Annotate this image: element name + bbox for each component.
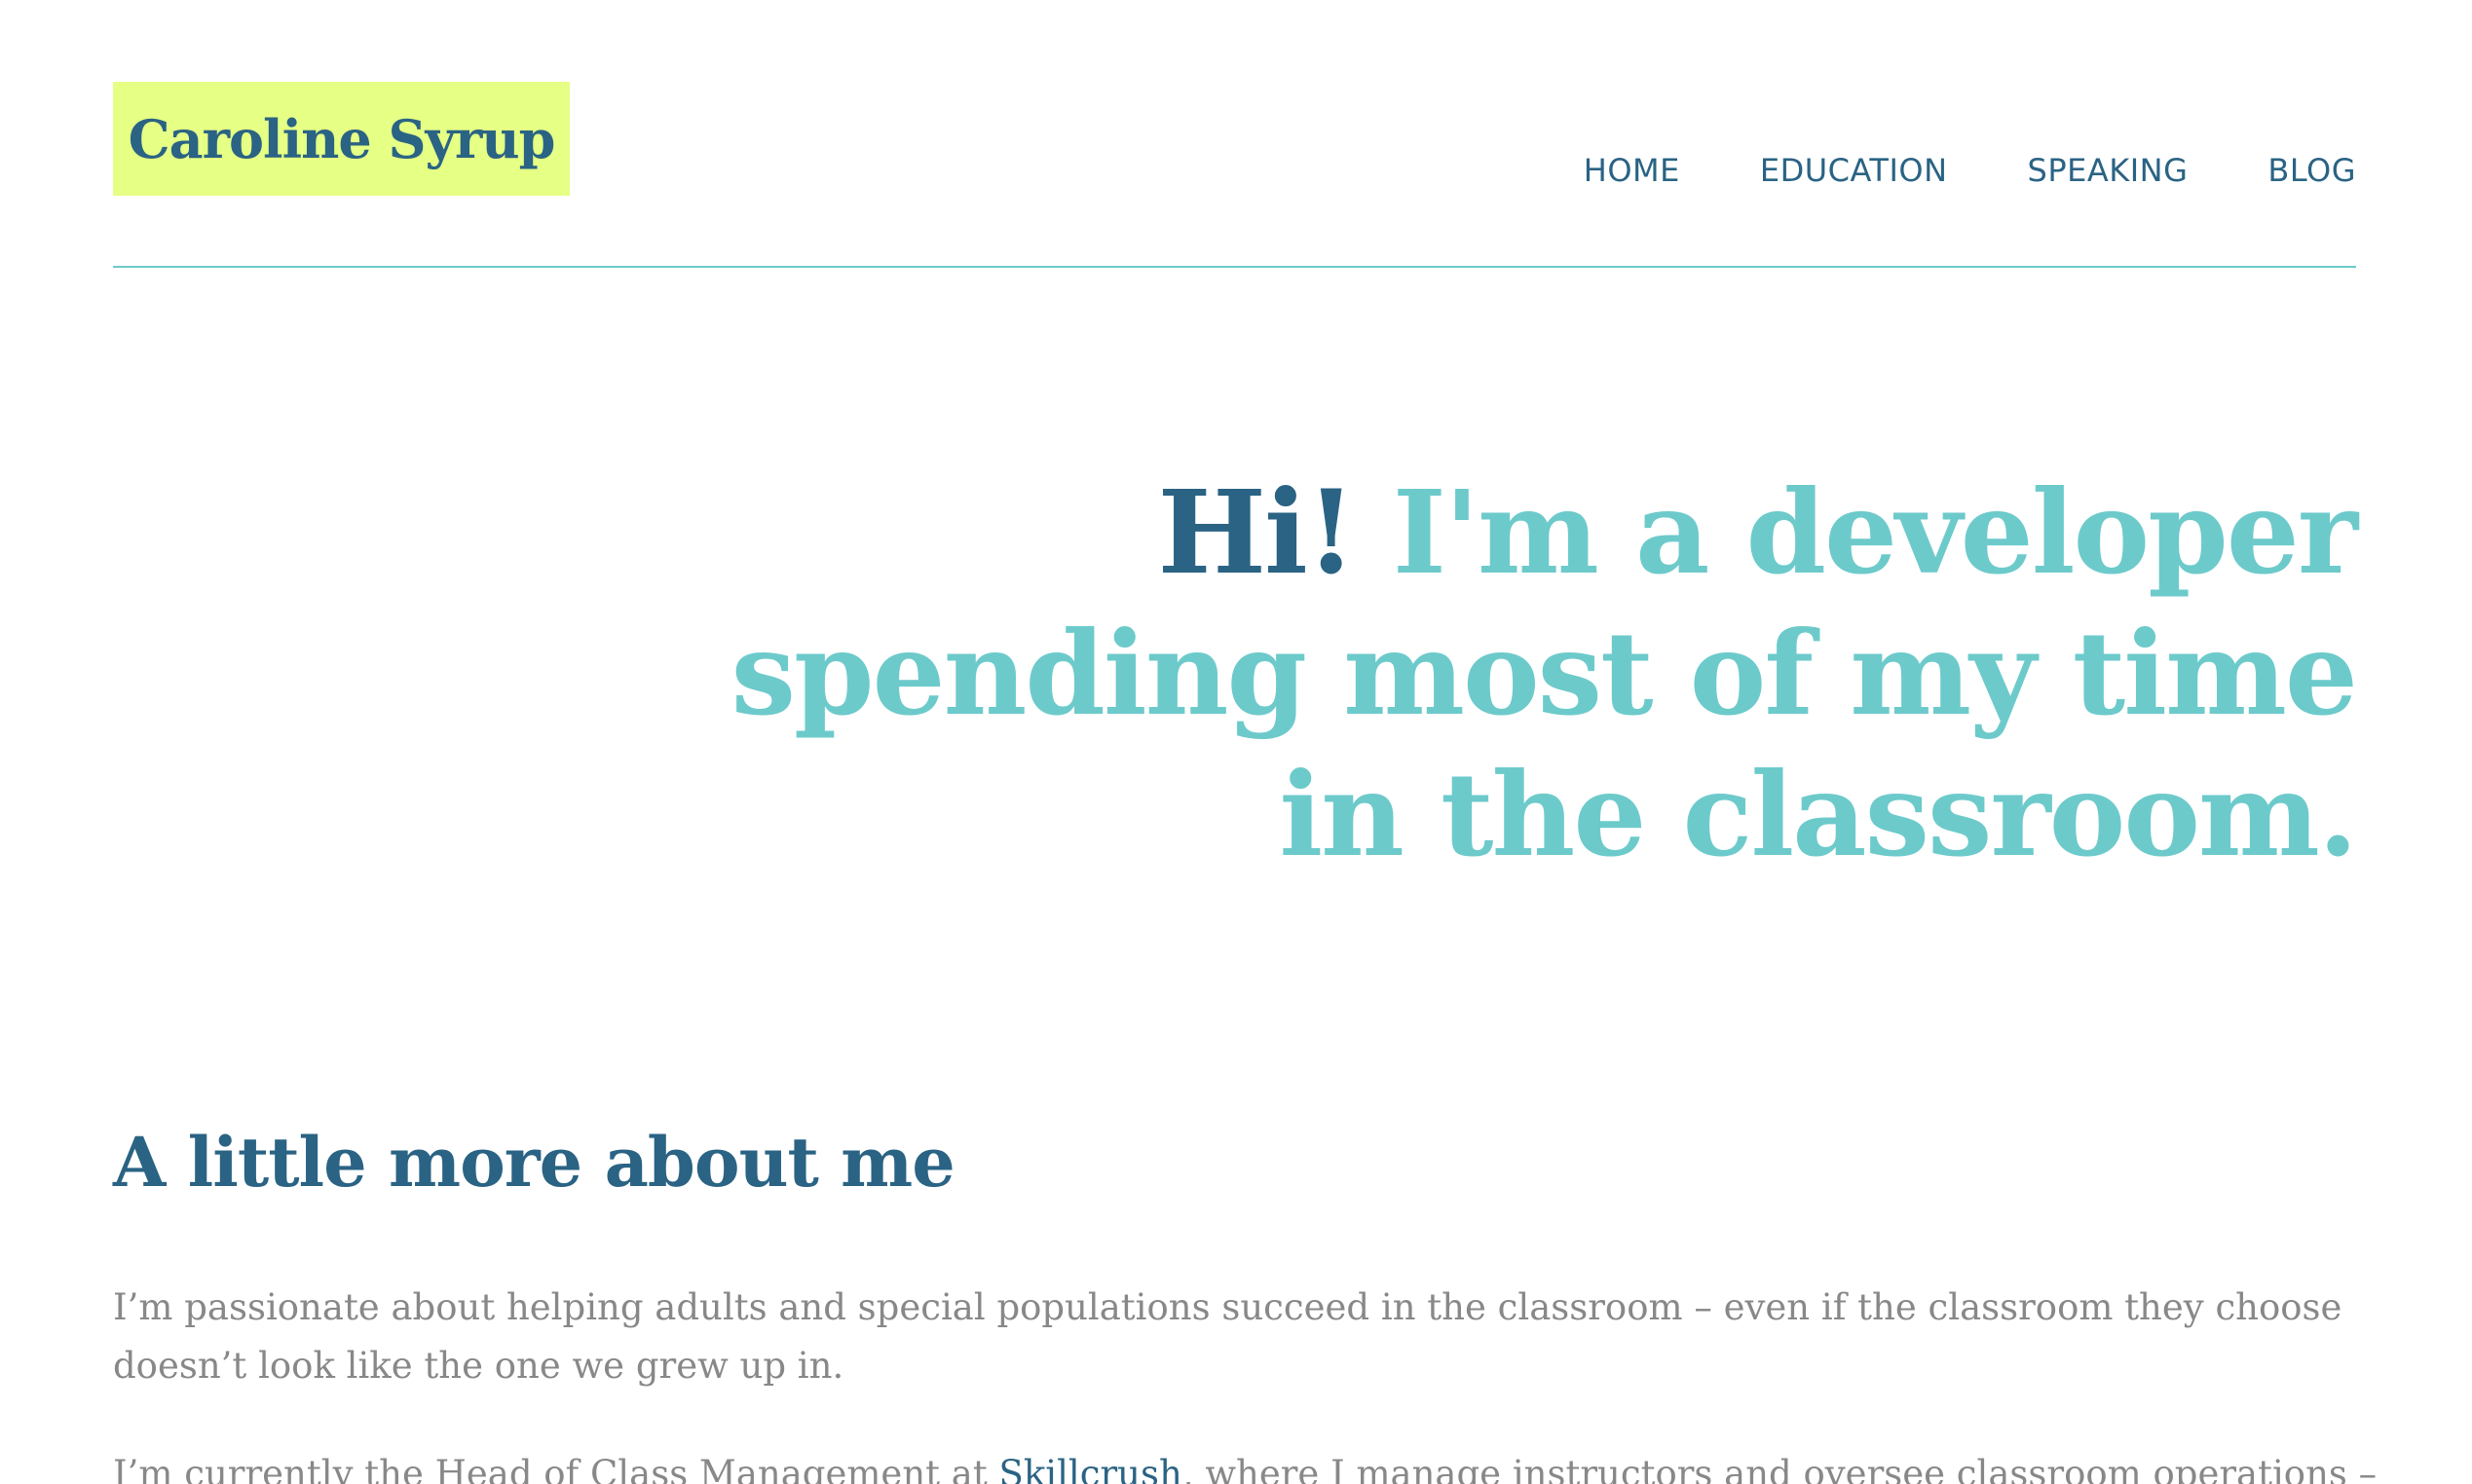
about-heading: A little more about me xyxy=(113,1122,955,1203)
nav-item-speaking[interactable]: SPEAKING xyxy=(2028,152,2189,189)
nav-item-blog[interactable]: BLOG xyxy=(2267,152,2356,189)
site-logo-text: Caroline Syrup xyxy=(128,107,556,170)
nav-item-education[interactable]: EDUCATION xyxy=(1760,152,1948,189)
hero-tagline: I'm a developer spending most of my time… xyxy=(730,464,2358,882)
site-logo[interactable]: Caroline Syrup xyxy=(113,82,570,196)
main-nav: HOME EDUCATION SPEAKING BLOG xyxy=(1584,152,2356,189)
nav-item-home[interactable]: HOME xyxy=(1584,152,1680,189)
skillcrush-link[interactable]: Skillcrush xyxy=(998,1453,1181,1484)
site-header: Caroline Syrup HOME EDUCATION SPEAKING B… xyxy=(113,82,2356,268)
about-paragraph-2-before: I’m currently the Head of Class Manageme… xyxy=(113,1453,999,1484)
about-paragraph-1: I’m passionate about helping adults and … xyxy=(113,1286,2342,1387)
about-paragraph-2: I’m currently the Head of Class Manageme… xyxy=(113,1445,2377,1484)
about-paragraph-2-after: , where I manage instructors and oversee… xyxy=(1181,1453,2378,1484)
hero-heading: Hi! I'm a developer spending most of my … xyxy=(700,462,2358,885)
hero-greeting: Hi! xyxy=(1157,464,1356,600)
